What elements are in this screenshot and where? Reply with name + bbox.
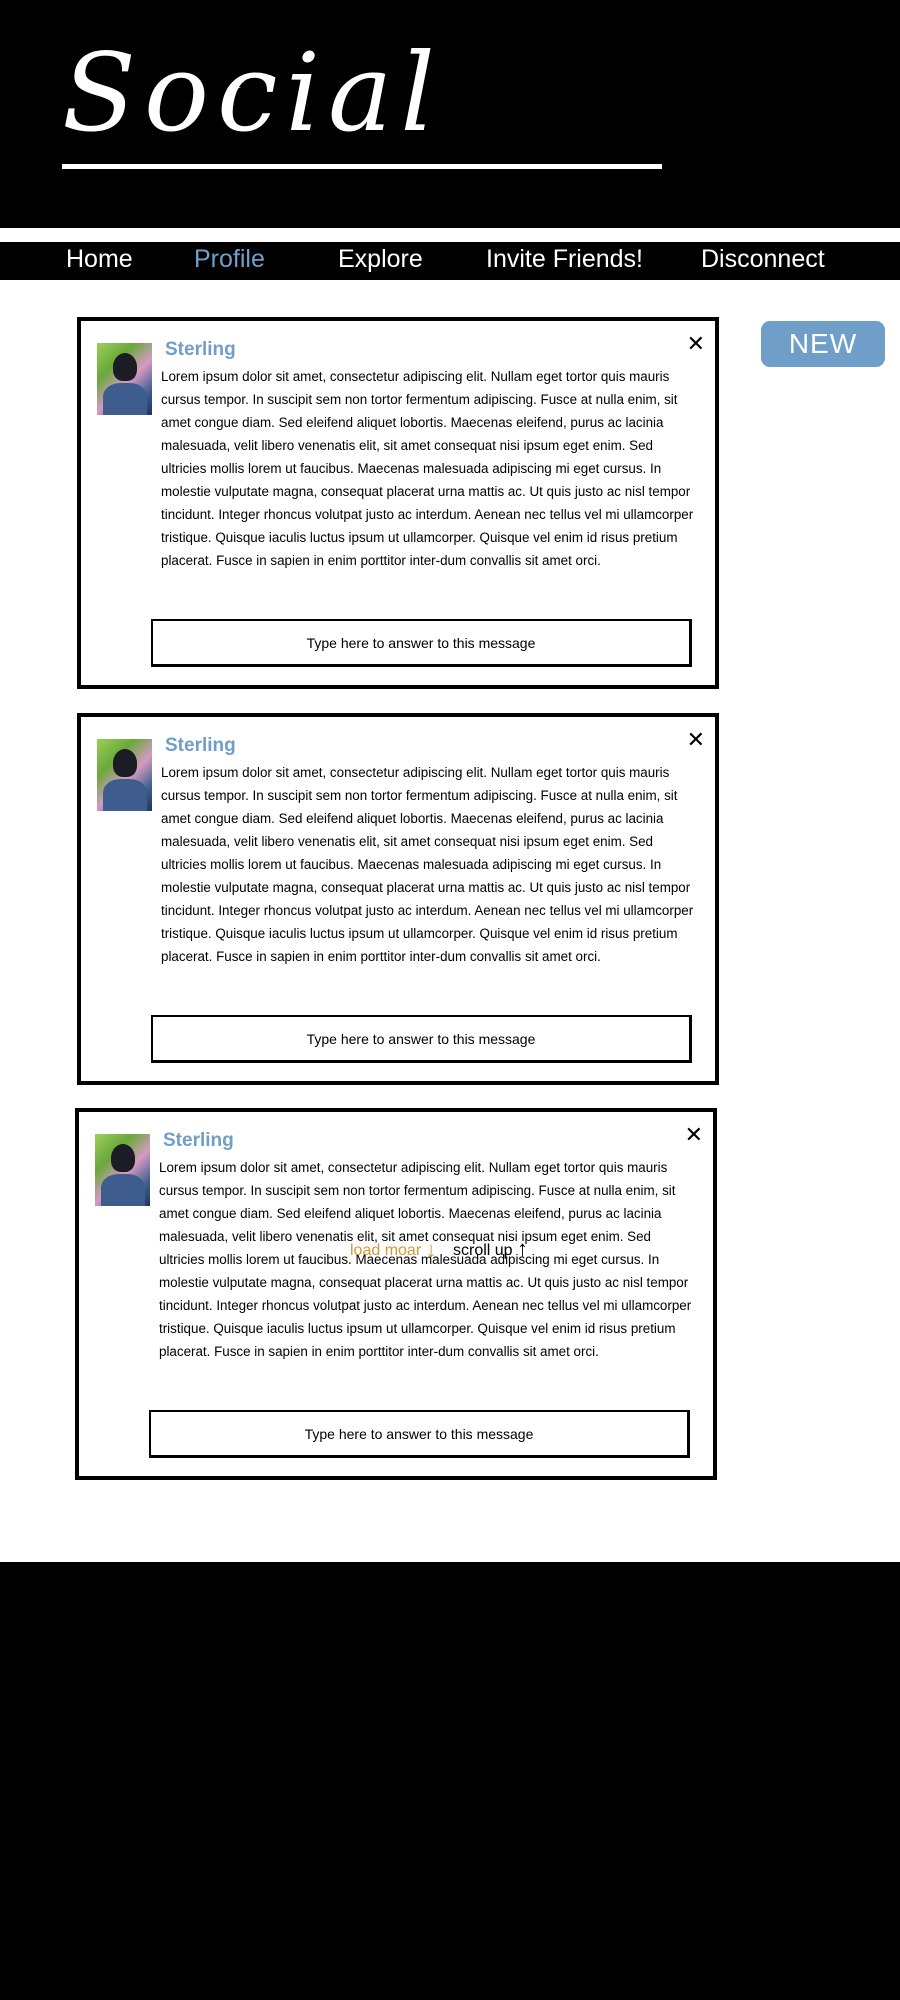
post-card: Sterling ✕ Lorem ipsum dolor sit amet, c… — [77, 713, 719, 1085]
load-more-link[interactable]: load moar ↓ — [350, 1235, 437, 1262]
reply-input[interactable] — [149, 1410, 690, 1458]
post-author[interactable]: Sterling — [165, 339, 236, 361]
reply-input[interactable] — [151, 1015, 692, 1063]
post-author[interactable]: Sterling — [165, 735, 236, 757]
post-author[interactable]: Sterling — [163, 1130, 234, 1152]
close-icon[interactable]: ✕ — [685, 1124, 703, 1146]
main-content: NEW Sterling ✕ Lorem ipsum dolor sit ame… — [0, 280, 900, 1562]
avatar-body — [103, 383, 147, 415]
header-divider — [0, 228, 900, 242]
scroll-up-label: scroll up — [453, 1242, 513, 1259]
scroll-up-link[interactable]: scroll up ↑ — [453, 1235, 528, 1261]
avatar[interactable] — [97, 343, 152, 415]
avatar[interactable] — [97, 739, 152, 811]
logo-underline — [62, 164, 662, 169]
arrow-down-icon: ↓ — [425, 1237, 437, 1262]
nav-profile[interactable]: Profile — [194, 245, 265, 274]
avatar-body — [101, 1174, 145, 1206]
avatar-body — [103, 779, 147, 811]
new-post-button[interactable]: NEW — [761, 321, 885, 367]
arrow-up-icon: ↑ — [517, 1236, 529, 1261]
nav-home[interactable]: Home — [66, 245, 133, 274]
avatar[interactable] — [95, 1134, 150, 1206]
main-nav: Home Profile Explore Invite Friends! Dis… — [0, 242, 900, 280]
logo-star-icon: ✦ — [227, 78, 243, 98]
site-header: Social ✦ — [0, 0, 900, 228]
post-card: Sterling ✕ Lorem ipsum dolor sit amet, c… — [75, 1108, 717, 1480]
post-message: Lorem ipsum dolor sit amet, consectetur … — [161, 765, 694, 964]
close-icon[interactable]: ✕ — [687, 729, 705, 751]
site-logo[interactable]: Social — [62, 40, 443, 148]
avatar-face — [113, 353, 137, 381]
reply-input[interactable] — [151, 619, 692, 667]
post-message: Lorem ipsum dolor sit amet, consectetur … — [161, 369, 694, 568]
load-more-label: load moar — [350, 1242, 422, 1259]
post-card: Sterling ✕ Lorem ipsum dolor sit amet, c… — [77, 317, 719, 689]
nav-disconnect[interactable]: Disconnect — [701, 245, 825, 274]
avatar-face — [113, 749, 137, 777]
avatar-face — [111, 1144, 135, 1172]
nav-explore[interactable]: Explore — [338, 245, 423, 274]
nav-invite-friends[interactable]: Invite Friends! — [486, 245, 643, 274]
close-icon[interactable]: ✕ — [687, 333, 705, 355]
page-footer — [0, 1562, 900, 2000]
